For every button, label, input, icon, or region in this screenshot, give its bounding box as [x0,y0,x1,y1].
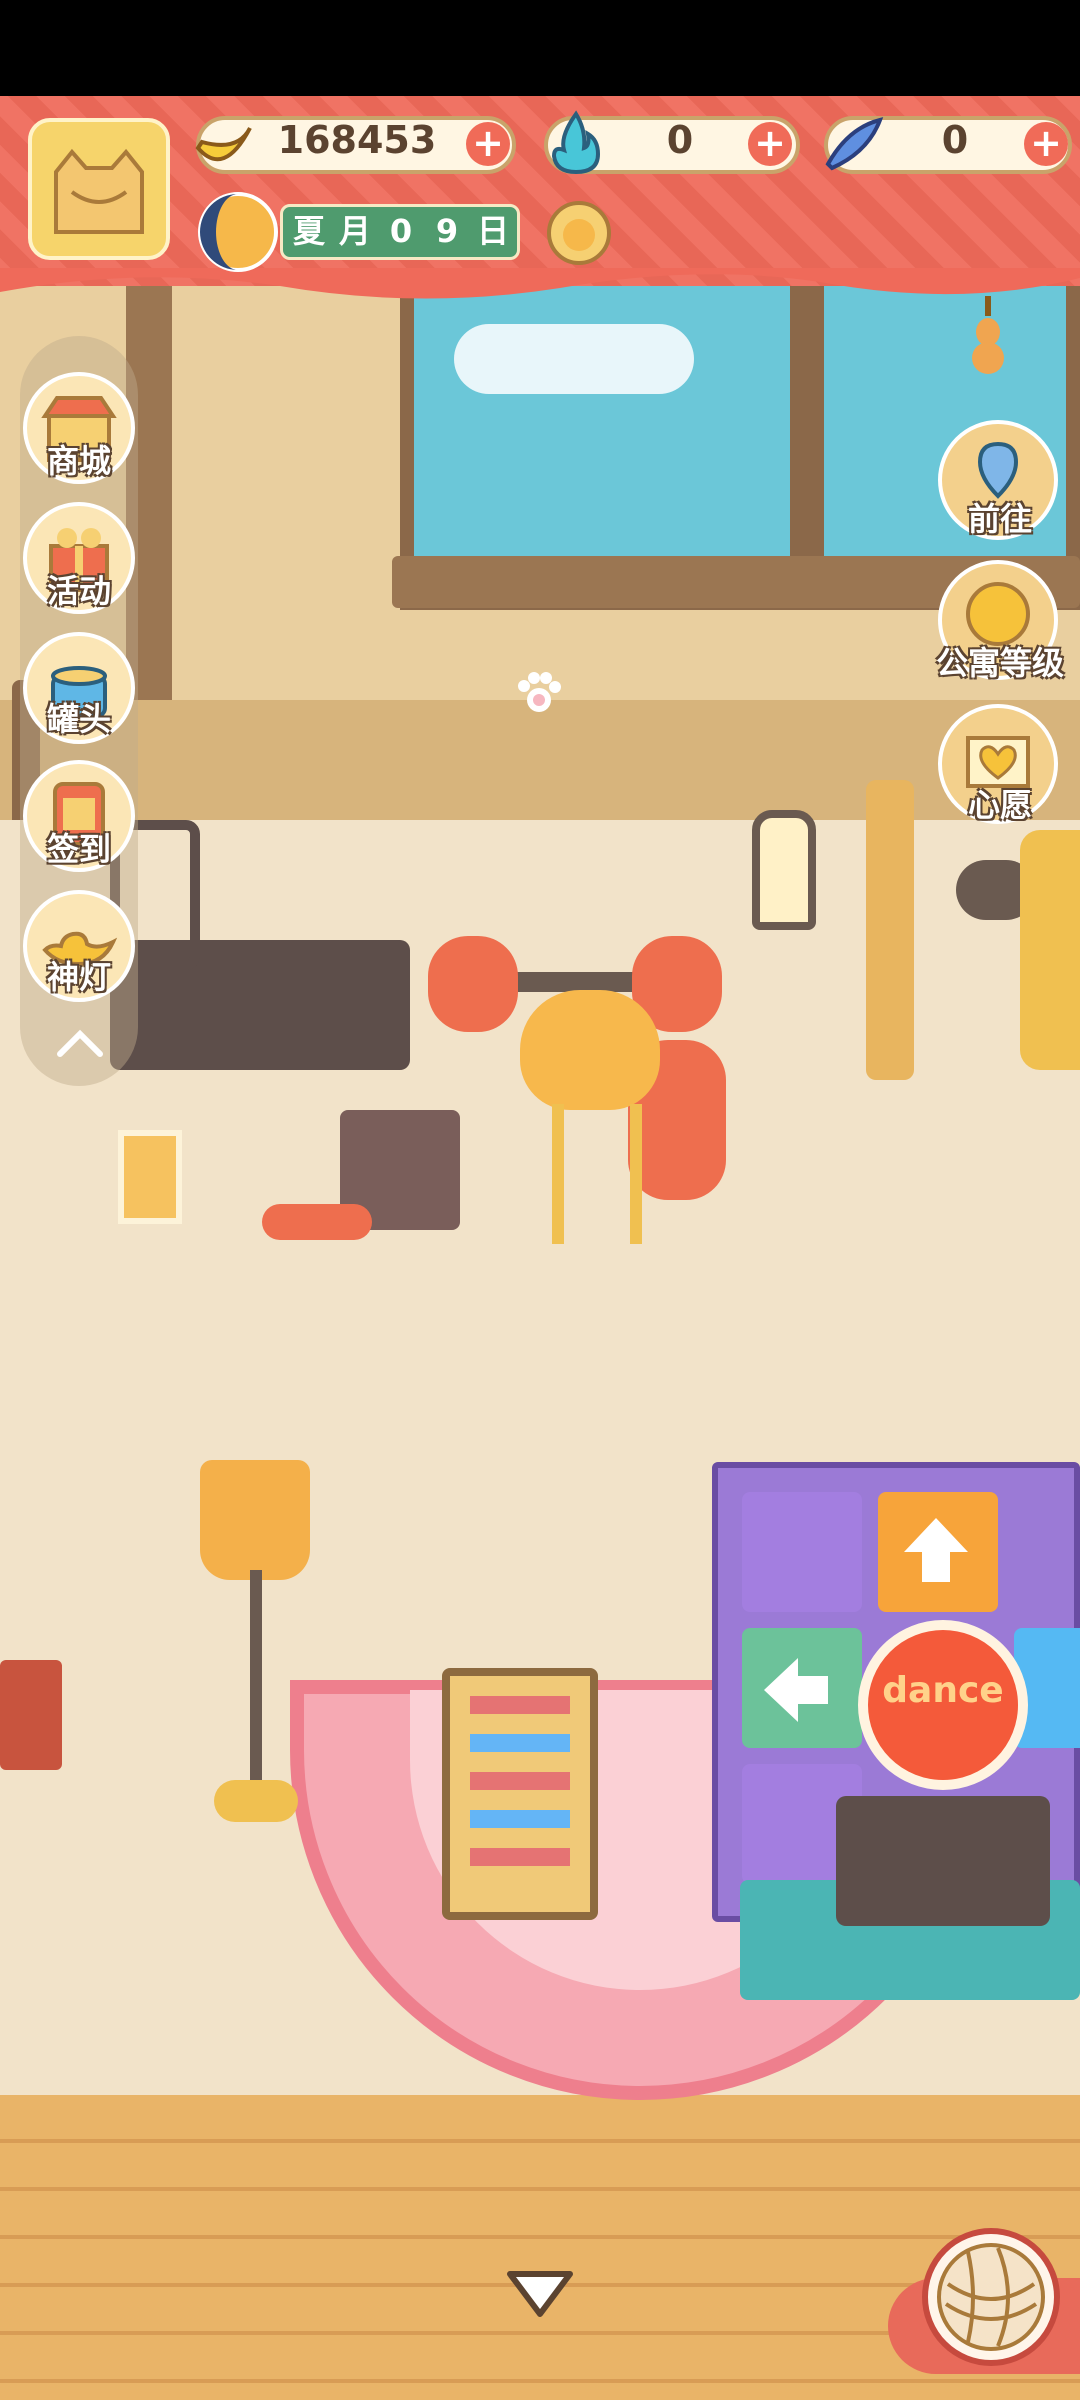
foosball-table[interactable] [442,1668,598,1920]
menu-lamp-label: 神灯 [46,958,111,996]
chair-left[interactable] [0,1660,62,1770]
month-label: 月 [336,212,374,250]
banana-icon [195,126,252,162]
season-label: 夏 [290,212,328,250]
yarn-ball-icon [937,2243,1045,2351]
left-arrow-icon [764,1658,828,1722]
floor-lamp-pole [250,1570,262,1800]
cat-house-icon [54,148,144,234]
banana-count: 168453 [277,118,437,162]
floor-lamp-base [214,1780,298,1822]
barbell-bar [500,972,650,992]
add-flame-button[interactable]: + [748,122,792,166]
wooden-post [866,780,914,1080]
tiger-cat-character[interactable] [520,990,660,1110]
moon-clock-icon[interactable] [196,190,280,274]
header-scallop [0,268,1080,299]
menu-can-label: 罐头 [46,700,111,738]
dumbbell[interactable] [262,1204,372,1240]
small-table-lamp[interactable] [118,1130,182,1224]
cat-legs [552,1104,642,1244]
player-avatar[interactable] [28,118,170,260]
wall-trim [0,700,1080,820]
menu-event-label: 活动 [46,572,111,610]
apartment-level-label: 公寓等级 [935,644,1064,682]
day-label: 日 [474,212,512,250]
day-digit-1: 0 [382,212,420,250]
menu-shop-label: 商城 [46,442,111,480]
expand-down-arrow-icon[interactable] [502,2266,578,2322]
collapse-menu-chevron-up-icon[interactable] [52,1024,108,1064]
blue-flame-icon [551,110,601,175]
blue-fish-icon [825,117,884,171]
barbell-weight-left [428,936,518,1032]
paw-print-icon[interactable] [514,670,564,714]
fish-count: 0 [941,118,969,162]
foosball-players [470,1696,570,1866]
floor-lamp-shade[interactable] [200,1460,310,1580]
television[interactable] [836,1796,1050,1926]
hanging-rope-icon [972,296,1004,374]
day-digit-2: 9 [428,212,466,250]
status-bar [0,0,1080,96]
armchair[interactable] [1020,830,1080,1070]
up-arrow-icon [904,1518,968,1582]
add-fish-button[interactable]: + [1024,122,1068,166]
dance-tile-circle [742,1492,862,1612]
floor-lantern[interactable] [752,810,816,930]
flame-count: 0 [666,118,694,162]
wish-label: 心愿 [967,786,1032,824]
goto-label: 前往 [967,500,1032,538]
menu-checkin-label: 签到 [46,830,111,868]
dance-label: dance [882,1670,1004,1711]
yarn-ball-button[interactable] [922,2228,1060,2366]
sun-weather-icon[interactable] [544,198,614,268]
cloud [454,324,694,394]
add-banana-button[interactable]: + [466,122,510,166]
